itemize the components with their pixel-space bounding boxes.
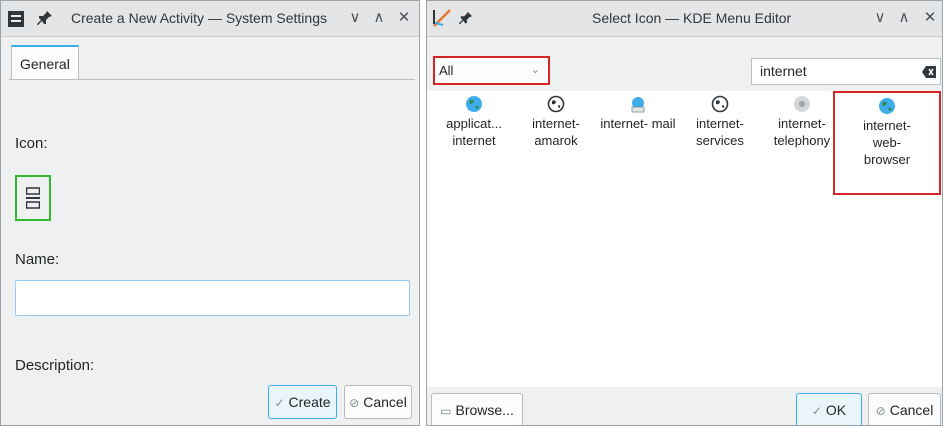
- cancel-icon: ⊘: [349, 396, 360, 410]
- icon-item-internet-mail[interactable]: internet- mail: [597, 95, 679, 132]
- icon-category-select[interactable]: All ⌄: [433, 56, 550, 85]
- globe-color-icon: [465, 95, 483, 113]
- create-button[interactable]: ✓ Create: [268, 385, 337, 419]
- name-field[interactable]: [15, 280, 410, 316]
- description-label: Description:: [15, 357, 95, 374]
- cancel-button-label: Cancel: [363, 394, 407, 410]
- icon-item-label: applicat... internet: [446, 116, 502, 148]
- ok-button-label: OK: [825, 402, 847, 418]
- icon-item-label: internet- telephony: [773, 116, 831, 148]
- browse-button[interactable]: ▭ Browse...: [431, 393, 523, 425]
- create-activity-window: Create a New Activity — System Settings …: [0, 0, 420, 426]
- icon-item-applications-internet[interactable]: applicat... internet: [433, 95, 515, 149]
- right-window-title: Select Icon — KDE Menu Editor: [592, 10, 792, 26]
- menu-editor-app-icon: [431, 7, 453, 29]
- ok-button[interactable]: ✓ OK: [796, 393, 862, 425]
- cancel-button-label: Cancel: [889, 402, 934, 418]
- icon-search-input[interactable]: internet: [751, 58, 941, 85]
- icon-label: Icon:: [15, 135, 48, 152]
- pin-icon[interactable]: [459, 11, 473, 25]
- select-icon-window: Select Icon — KDE Menu Editor ∨ ∧ ✕ All …: [426, 0, 943, 426]
- icon-item-internet-web-browser[interactable]: internet- web- browser: [833, 91, 941, 195]
- activities-icon: [26, 187, 40, 209]
- icon-item-label: internet- web- browser: [863, 118, 911, 167]
- name-label: Name:: [15, 251, 60, 268]
- icon-item-label: internet- amarok: [532, 116, 580, 148]
- icon-search-value: internet: [760, 63, 807, 79]
- chevron-up-icon[interactable]: ∧: [894, 8, 914, 28]
- chevron-down-icon[interactable]: ∨: [870, 8, 890, 28]
- chevron-up-icon[interactable]: ∧: [369, 8, 389, 28]
- mail-globe-icon: [629, 95, 647, 113]
- icon-item-internet-telephony[interactable]: internet- telephony: [761, 95, 843, 149]
- chevron-down-icon: ⌄: [530, 64, 540, 76]
- checkmark-icon: ✓: [274, 396, 285, 410]
- left-titlebar: Create a New Activity — System Settings …: [1, 1, 419, 37]
- icon-item-label: internet- services: [696, 116, 744, 148]
- create-button-label: Create: [288, 394, 331, 410]
- folder-icon: ▭: [440, 404, 452, 418]
- left-window-title: Create a New Activity — System Settings: [71, 10, 327, 26]
- close-icon[interactable]: ✕: [394, 8, 414, 28]
- tab-general[interactable]: General: [11, 45, 79, 79]
- pin-icon[interactable]: [37, 10, 53, 26]
- activity-icon-button[interactable]: [15, 175, 51, 221]
- app-menu-icon[interactable]: [7, 10, 25, 28]
- cancel-button[interactable]: ⊘ Cancel: [344, 385, 412, 419]
- general-tab-panel: [9, 79, 415, 377]
- browse-button-label: Browse...: [455, 402, 514, 418]
- icon-category-value: All: [439, 63, 454, 78]
- cancel-button[interactable]: ⊘ Cancel: [868, 393, 941, 425]
- globe-outline-icon: [711, 95, 729, 113]
- clear-search-icon[interactable]: [922, 65, 936, 78]
- close-icon[interactable]: ✕: [920, 8, 940, 28]
- checkmark-icon: ✓: [811, 404, 822, 418]
- chevron-down-icon[interactable]: ∨: [345, 8, 365, 28]
- cancel-icon: ⊘: [875, 404, 886, 418]
- icon-item-label: internet- mail: [600, 116, 676, 131]
- icon-item-internet-services[interactable]: internet- services: [679, 95, 761, 149]
- right-titlebar: Select Icon — KDE Menu Editor ∨ ∧ ✕: [427, 1, 942, 37]
- icon-item-internet-amarok[interactable]: internet- amarok: [515, 95, 597, 149]
- globe-outline-icon: [547, 95, 565, 113]
- globe-color-icon: [878, 97, 896, 115]
- telephony-icon: [793, 95, 811, 113]
